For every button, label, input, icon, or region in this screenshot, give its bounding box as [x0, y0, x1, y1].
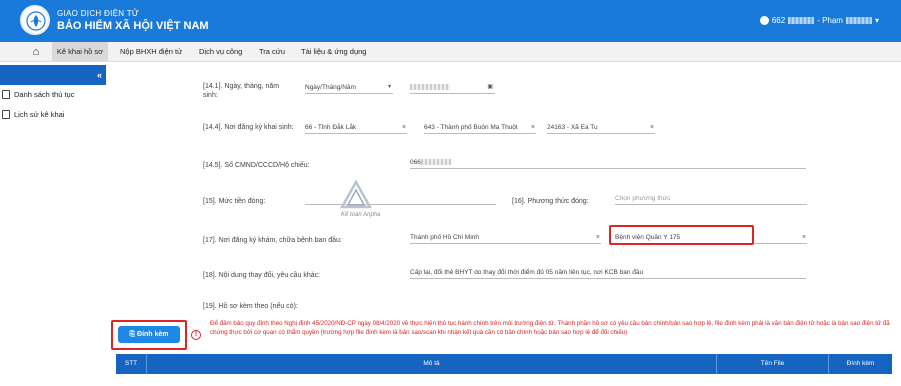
top-bar: GIAO DỊCH ĐIỆN TỬ BẢO HIỂM XÃ HỘI VIỆT N… [0, 0, 901, 42]
change-content-label: [18]. Nội dung thay đổi, yêu cầu khác: [203, 272, 321, 279]
clear-icon[interactable]: × [402, 122, 406, 133]
calendar-icon: ▣ [487, 84, 493, 90]
reg-ward-select[interactable]: 24163 - Xã Ea Tu × [547, 122, 655, 134]
dob-redacted [410, 84, 450, 91]
chevron-down-icon: ▾ [874, 16, 879, 25]
nav-nop-bhxh[interactable]: Nộp BHXH điện tử [120, 42, 182, 62]
list-icon [2, 90, 10, 99]
collapse-icon[interactable]: « [97, 70, 102, 80]
payment-method-select[interactable]: Chọn phương thức [615, 193, 807, 205]
hospital-label: [17]. Nơi đăng ký khám, chữa bệnh ban đầ… [203, 237, 342, 244]
warning-icon: ! [191, 330, 201, 340]
attach-note: Để đảm bảo quy định theo Nghị định 45/20… [210, 320, 890, 336]
user-menu[interactable]: 662 - Phạm ▾ [759, 16, 879, 25]
change-content-input[interactable]: Cấp lại, đổi thẻ BHYT do thay đổi thời đ… [410, 267, 806, 279]
reg-district-select[interactable]: 643 - Thành phố Buôn Ma Thuột × [424, 122, 536, 134]
payment-method-label: [16]. Phương thức đóng: [512, 198, 589, 205]
col-dinh-kem: Đính kèm [828, 354, 892, 374]
id-input[interactable]: 066 [410, 157, 806, 169]
wage-label: [15]. Mức tiền đóng: [203, 198, 266, 205]
col-stt: STT [124, 360, 138, 367]
nav-dich-vu-cong[interactable]: Dịch vụ công [199, 42, 242, 62]
col-ten-file: Tên File [716, 354, 828, 374]
user-avatar-icon [759, 16, 769, 25]
dob-input[interactable]: ▣ [410, 82, 495, 94]
user-id-redacted [788, 17, 815, 24]
nav-tra-cuu[interactable]: Tra cứu [259, 42, 285, 62]
caret-down-icon: ▾ [387, 84, 391, 90]
user-name-prefix: - Phạm [817, 16, 843, 25]
id-redacted [420, 159, 451, 166]
clear-icon[interactable]: × [596, 232, 600, 243]
brand-title: BẢO HIỂM XÃ HỘI VIỆT NAM [57, 20, 209, 32]
clear-icon[interactable]: × [531, 122, 535, 133]
watermark-logo-icon [340, 180, 372, 209]
highlight-hospital [609, 225, 754, 245]
sidebar-header: « [0, 65, 106, 85]
home-icon[interactable]: ⌂ [22, 42, 50, 62]
dob-format-select[interactable]: Ngày/Tháng/Năm ▾ [305, 82, 393, 94]
user-id-prefix: 662 [771, 16, 786, 25]
sidebar-item-label: Lịch sử kê khai [14, 110, 65, 119]
sidebar-item-danh-sach-thu-tuc[interactable]: Danh sách thủ tục [2, 90, 74, 99]
wage-input[interactable] [305, 193, 496, 205]
reg-place-label: [14.4]. Nơi đăng ký khai sinh: [203, 124, 294, 131]
sidebar-item-label: Danh sách thủ tục [14, 90, 75, 99]
watermark-text: Kế toán Anpha [341, 212, 381, 218]
clear-icon[interactable]: × [650, 122, 654, 133]
user-name-redacted [845, 17, 872, 24]
logo-emblem-icon [26, 11, 46, 31]
brand-subtitle: GIAO DỊCH ĐIỆN TỬ [57, 9, 140, 18]
history-icon [2, 110, 10, 119]
bhxh-logo[interactable] [20, 5, 50, 35]
nav-tai-lieu[interactable]: Tài liệu & ứng dụng [301, 42, 366, 62]
sidebar-item-lich-su-ke-khai[interactable]: Lịch sử kê khai [2, 110, 64, 119]
dob-label: [14.1]. Ngày, tháng, năm sinh: [203, 83, 280, 99]
nav-ke-khai-ho-so[interactable]: Kê khai hồ sơ [52, 42, 108, 62]
main-nav: ⌂ Kê khai hồ sơ Nộp BHXH điện tử Dịch vụ… [0, 42, 901, 62]
clear-icon[interactable]: × [802, 232, 806, 243]
paperclip-icon: ⎘ [129, 331, 138, 338]
attachments-label: [19]. Hồ sơ kèm theo (nếu có): [203, 303, 298, 310]
col-mo-ta: Mô tả [146, 354, 716, 374]
id-label: [14.5]. Số CMND/CCCD/Hộ chiếu: [203, 162, 310, 169]
attach-button[interactable]: ⎘ Đính kèm [118, 326, 180, 343]
attachments-table-header: STT Mô tả Tên File Đính kèm [116, 354, 892, 374]
sidebar: « Danh sách thủ tục Lịch sử kê khai [0, 62, 106, 386]
hospital-city-select[interactable]: Thành phố Hồ Chí Minh × [410, 232, 601, 244]
reg-province-select[interactable]: 66 - Tỉnh Đắk Lắk × [305, 122, 407, 134]
